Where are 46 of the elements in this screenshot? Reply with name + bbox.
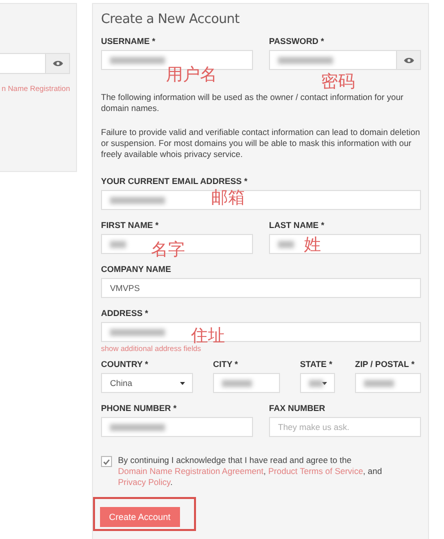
password-field[interactable]: [0, 53, 46, 74]
field-label: YOUR CURRENT EMAIL ADDRESS *: [101, 175, 248, 188]
field-label: STATE *: [300, 358, 334, 371]
password-field[interactable]: [269, 50, 421, 70]
info-paragraph: Failure to provide valid and verifiable contact information can lead to domain deletion or suspension. For most domains you will be able to mask this information with our freely available whois privacy service.: [101, 127, 421, 160]
field-label: LAST NAME *: [269, 219, 326, 232]
dropdown[interactable]: [300, 373, 335, 393]
field-label: FIRST NAME *: [101, 219, 160, 232]
consent-checkbox[interactable]: [101, 456, 112, 467]
field-label: ZIP / POSTAL *: [355, 358, 416, 371]
text-field[interactable]: [355, 373, 421, 393]
policy-link[interactable]: Privacy Policy: [118, 477, 170, 487]
field-label: COUNTRY *: [101, 358, 150, 371]
field-label: USERNAME *: [101, 35, 156, 48]
text-field[interactable]: They make us ask.: [269, 417, 421, 437]
consent-text: By continuing I acknowledge that I have read and agree to the Domain Name Registration Agreement, Product Terms of Service, and Privacy Policy.: [118, 455, 383, 488]
text-field[interactable]: [101, 417, 253, 437]
field-label: ADDRESS *: [101, 307, 150, 320]
dropdown[interactable]: China: [101, 373, 193, 393]
annotation-text: 邮箱: [211, 188, 245, 208]
text-field[interactable]: VMVPS: [101, 278, 421, 298]
eye-icon: [52, 60, 62, 67]
form-title: Create a New Account: [101, 12, 240, 27]
annotation-text: 名字: [151, 240, 185, 260]
field-label: PASSWORD *: [269, 35, 326, 48]
text-field[interactable]: [101, 322, 421, 342]
info-paragraph: The following information will be used as the owner / contact information for your domain names.: [101, 92, 404, 114]
caret-icon: [180, 382, 185, 384]
text-field[interactable]: [213, 373, 280, 393]
create-account-button[interactable]: Create Account: [100, 507, 180, 527]
policy-link[interactable]: Domain Name Registration Agreement: [118, 466, 264, 476]
reveal-button[interactable]: [46, 53, 70, 74]
field-label: FAX NUMBER: [269, 402, 326, 415]
annotation-text: 密码: [321, 72, 355, 92]
reveal-button[interactable]: [396, 51, 420, 69]
field-label: PHONE NUMBER *: [101, 402, 178, 415]
annotation-text: 住址: [191, 326, 225, 346]
policy-link[interactable]: Product Terms of Service: [268, 466, 364, 476]
text-field[interactable]: [101, 190, 421, 210]
field-label: CITY *: [213, 358, 239, 371]
annotation-text: 用户名: [166, 65, 217, 85]
eye-icon: [404, 56, 414, 64]
field-label: COMPANY NAME: [101, 263, 172, 276]
annotation-text: 姓: [304, 235, 321, 255]
caret-icon: [322, 382, 327, 384]
text-field[interactable]: [269, 234, 421, 254]
